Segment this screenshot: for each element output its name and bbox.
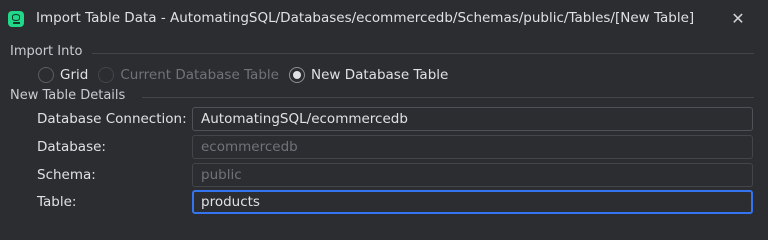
database-row: Database: ecommercedb (37, 135, 753, 159)
import-into-separator (92, 53, 754, 54)
schema-label: Schema: (37, 167, 96, 183)
radio-grid[interactable]: Grid (38, 67, 88, 83)
radio-current-database-table-label: Current Database Table (120, 67, 279, 83)
window-title: Import Table Data - AutomatingSQL/Databa… (36, 10, 695, 26)
table-row: Table: products (37, 190, 753, 214)
database-label: Database: (37, 139, 106, 155)
new-table-details-separator (142, 97, 754, 98)
schema-row: Schema: public (37, 163, 753, 187)
radio-new-database-table[interactable]: New Database Table (288, 67, 448, 83)
database-field: ecommercedb (192, 135, 753, 159)
close-icon[interactable]: ✕ (728, 9, 748, 29)
import-into-options: Grid Current Database Table New Database… (38, 66, 458, 84)
table-name-input[interactable]: products (192, 190, 753, 214)
radio-current-database-table: Current Database Table (98, 67, 279, 83)
app-icon (8, 11, 24, 27)
radio-new-database-table-label[interactable]: New Database Table (311, 67, 448, 83)
database-connection-label: Database Connection: (37, 111, 187, 127)
radio-new-database-table-indicator[interactable] (288, 67, 305, 83)
table-name-label: Table: (37, 194, 77, 210)
new-table-details-label: New Table Details (10, 88, 126, 103)
schema-field: public (192, 163, 753, 187)
radio-grid-indicator[interactable] (38, 67, 54, 83)
import-into-label: Import Into (10, 44, 83, 59)
title-bar: Import Table Data - AutomatingSQL/Databa… (0, 0, 768, 38)
database-connection-field[interactable]: AutomatingSQL/ecommercedb (192, 107, 753, 131)
radio-grid-label[interactable]: Grid (60, 67, 88, 83)
database-connection-row: Database Connection: AutomatingSQL/ecomm… (37, 107, 753, 131)
radio-current-database-table-indicator (98, 67, 115, 83)
